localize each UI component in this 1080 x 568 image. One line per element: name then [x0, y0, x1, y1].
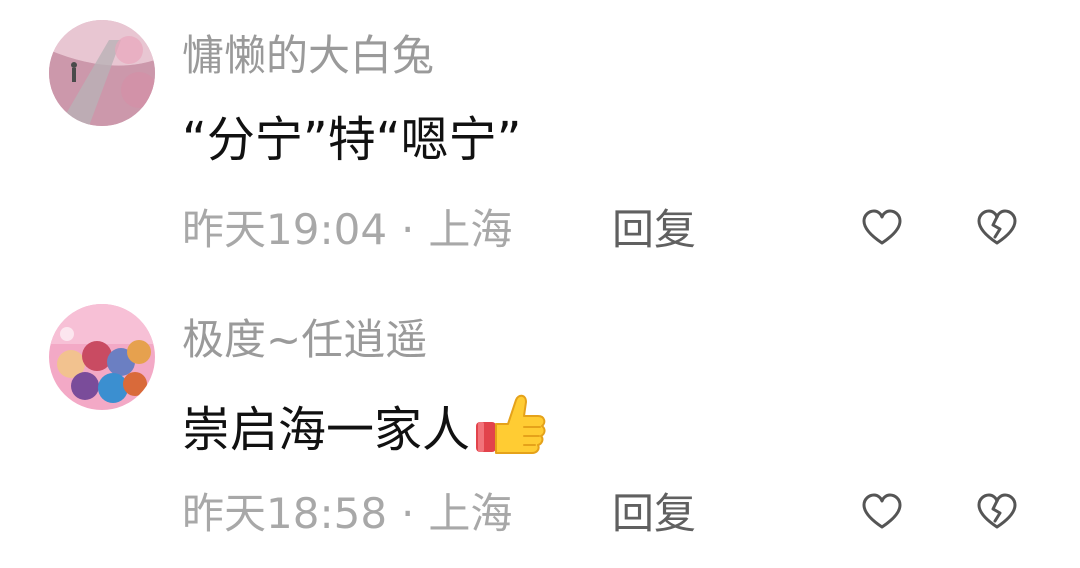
broken-heart-icon[interactable]	[975, 206, 1019, 250]
reply-button[interactable]: 回复	[612, 486, 696, 542]
comment-text-body: 崇启海一家人	[182, 402, 471, 458]
comment-text: “分宁”特“嗯宁”	[182, 108, 521, 172]
thumbs-up-emoji-icon	[476, 394, 546, 454]
avatar[interactable]	[49, 20, 155, 126]
comment-item: 极度~任逍遥 崇启海一家人 昨天18:58 · 上海 回复	[0, 284, 1080, 568]
comment-item: 慵懒的大白兔 “分宁”特“嗯宁” 昨天19:04 · 上海 回复	[0, 0, 1080, 284]
comment-meta: 昨天19:04 · 上海	[182, 202, 512, 258]
username[interactable]: 慵懒的大白兔	[182, 28, 434, 84]
location: 上海	[428, 205, 513, 254]
heart-icon[interactable]	[860, 490, 904, 534]
comment-text-body: “分宁”特“嗯宁”	[182, 112, 522, 168]
meta-separator: ·	[401, 205, 415, 254]
meta-separator: ·	[401, 489, 415, 538]
location: 上海	[428, 489, 513, 538]
reply-button[interactable]: 回复	[612, 202, 696, 258]
timestamp: 昨天18:58	[182, 489, 388, 538]
comment-meta: 昨天18:58 · 上海	[182, 486, 512, 542]
timestamp: 昨天19:04	[182, 205, 388, 254]
heart-icon[interactable]	[860, 206, 904, 250]
comment-text: 崇启海一家人	[182, 392, 548, 462]
username[interactable]: 极度~任逍遥	[182, 312, 427, 368]
avatar[interactable]	[49, 304, 155, 410]
broken-heart-icon[interactable]	[975, 490, 1019, 534]
